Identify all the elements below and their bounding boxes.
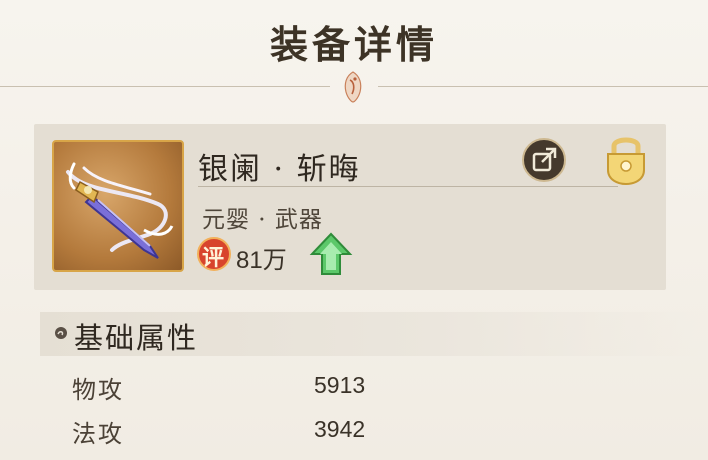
share-button[interactable] [522,138,566,182]
score-badge: 评 [196,236,232,272]
lock-icon [607,137,645,186]
share-icon [532,147,557,172]
section-header: 基础属性 [40,312,700,356]
score-value: 81万 [236,247,287,274]
stat-row-physical-attack: 物攻 5913 [0,370,708,406]
upgrade-arrow-icon [309,232,353,275]
item-type: 元婴 · 武器 [202,207,323,233]
sword-icon [66,162,174,259]
score-badge-label: 评 [202,245,225,271]
stat-label: 法攻 [72,420,124,448]
page-title: 装备详情 [269,22,438,67]
item-card: 银阑 · 斩晦 元婴 · 武器 评 81万 [34,124,666,290]
weapon-icon[interactable] [52,140,184,272]
stat-row-magic-attack: 法攻 3942 [0,414,708,450]
ornament-icon [344,71,362,103]
name-divider [198,186,618,187]
stat-value: 3942 [314,416,366,442]
equipment-detail-panel: 装备详情 银阑 · 斩晦 元婴 · 武器 评 81万 基础属性 物攻 5913 … [0,0,708,460]
section-title: 基础属性 [74,321,199,355]
section-bullet-icon [55,327,67,339]
item-name: 银阑 · 斩晦 [198,152,361,187]
stat-label: 物攻 [72,376,124,404]
lock-button[interactable] [600,132,652,188]
stat-value: 5913 [314,372,366,398]
